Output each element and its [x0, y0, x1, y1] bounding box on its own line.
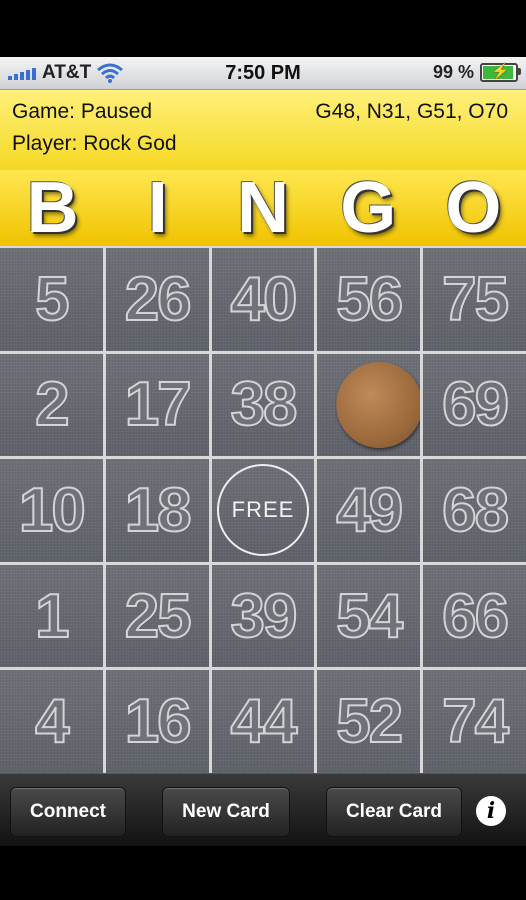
card-cell[interactable]: 4 [0, 670, 103, 773]
cell-number: 5 [34, 264, 71, 335]
cell-number: 25 [124, 581, 193, 652]
card-cell-marked[interactable] [317, 353, 421, 457]
card-cell[interactable]: 10 [0, 459, 103, 562]
cell-number: 40 [230, 264, 299, 335]
bingo-card: 5 26 40 56 75 2 17 38 69 10 18 FREE 49 6… [0, 246, 526, 773]
card-cell[interactable]: 18 [105, 459, 209, 562]
cell-number: 17 [124, 369, 193, 440]
cell-number: 10 [18, 475, 87, 546]
card-cell[interactable]: 52 [317, 670, 421, 773]
cell-number: 39 [230, 581, 299, 652]
free-label: FREE [231, 497, 295, 523]
cell-number: 18 [124, 475, 193, 546]
game-info-header: Game: Paused Player: Rock God G48, N31, … [0, 90, 526, 170]
clear-card-button[interactable]: Clear Card [326, 787, 462, 837]
status-bar: AT&T 7:50 PM 99 % ⚡ [0, 57, 526, 90]
called-numbers: G48, N31, G51, O70 [315, 100, 508, 123]
cell-number: 69 [441, 369, 510, 440]
cell-number: 74 [441, 686, 510, 757]
card-cell[interactable]: 54 [317, 564, 421, 668]
card-cell[interactable]: 16 [105, 670, 209, 773]
card-cell[interactable]: 17 [105, 353, 209, 457]
card-cell[interactable]: 69 [423, 353, 526, 457]
cell-number: 2 [34, 369, 71, 440]
cell-number: 75 [441, 264, 510, 335]
cell-number: 26 [124, 264, 193, 335]
battery-icon: ⚡ [480, 63, 521, 82]
cell-number: 1 [34, 581, 71, 652]
free-space-circle: FREE [216, 464, 309, 557]
card-cell[interactable]: 75 [423, 248, 526, 351]
free-space[interactable]: FREE [211, 459, 315, 562]
new-card-button[interactable]: New Card [162, 787, 290, 837]
card-cell[interactable]: 39 [211, 564, 315, 668]
cell-number: 44 [230, 686, 299, 757]
bingo-marker-chip [336, 361, 421, 448]
connect-button[interactable]: Connect [10, 787, 126, 837]
device-bezel [0, 0, 526, 57]
info-icon[interactable]: i [476, 796, 506, 826]
cell-number: 49 [335, 475, 404, 546]
cell-number: 16 [124, 686, 193, 757]
card-cell[interactable]: 68 [423, 459, 526, 562]
card-cell[interactable]: 5 [0, 248, 103, 351]
cell-number: 56 [335, 264, 404, 335]
card-cell[interactable]: 74 [423, 670, 526, 773]
battery-percent: 99 % [432, 62, 474, 82]
cell-number: 4 [34, 686, 71, 757]
card-cell[interactable]: 26 [105, 248, 209, 351]
card-cell[interactable]: 56 [317, 248, 421, 351]
card-cell[interactable]: 1 [0, 564, 103, 668]
bingo-letter-i: I [147, 168, 168, 248]
bingo-letter-g: G [340, 168, 397, 248]
card-cell[interactable]: 2 [0, 353, 103, 457]
card-cell[interactable]: 40 [211, 248, 315, 351]
card-cell[interactable]: 38 [211, 353, 315, 457]
game-status: Game: Paused [12, 100, 153, 123]
cell-number: 68 [441, 475, 510, 546]
bottom-toolbar: Connect New Card Clear Card [0, 773, 526, 846]
card-cell[interactable]: 49 [317, 459, 421, 562]
bingo-letter-n: N [237, 168, 289, 248]
cell-number: 66 [441, 581, 510, 652]
card-cell[interactable]: 44 [211, 670, 315, 773]
charging-bolt-icon: ⚡ [491, 63, 510, 80]
cell-number: 52 [335, 686, 404, 757]
card-cell[interactable]: 66 [423, 564, 526, 668]
cell-number: 54 [335, 581, 404, 652]
player-name: Player: Rock God [12, 132, 177, 155]
bingo-letter-o: O [445, 168, 502, 248]
bingo-header: B I N G O [0, 170, 526, 246]
cell-number: 38 [230, 369, 299, 440]
bingo-letter-b: B [26, 168, 79, 248]
card-cell[interactable]: 25 [105, 564, 209, 668]
